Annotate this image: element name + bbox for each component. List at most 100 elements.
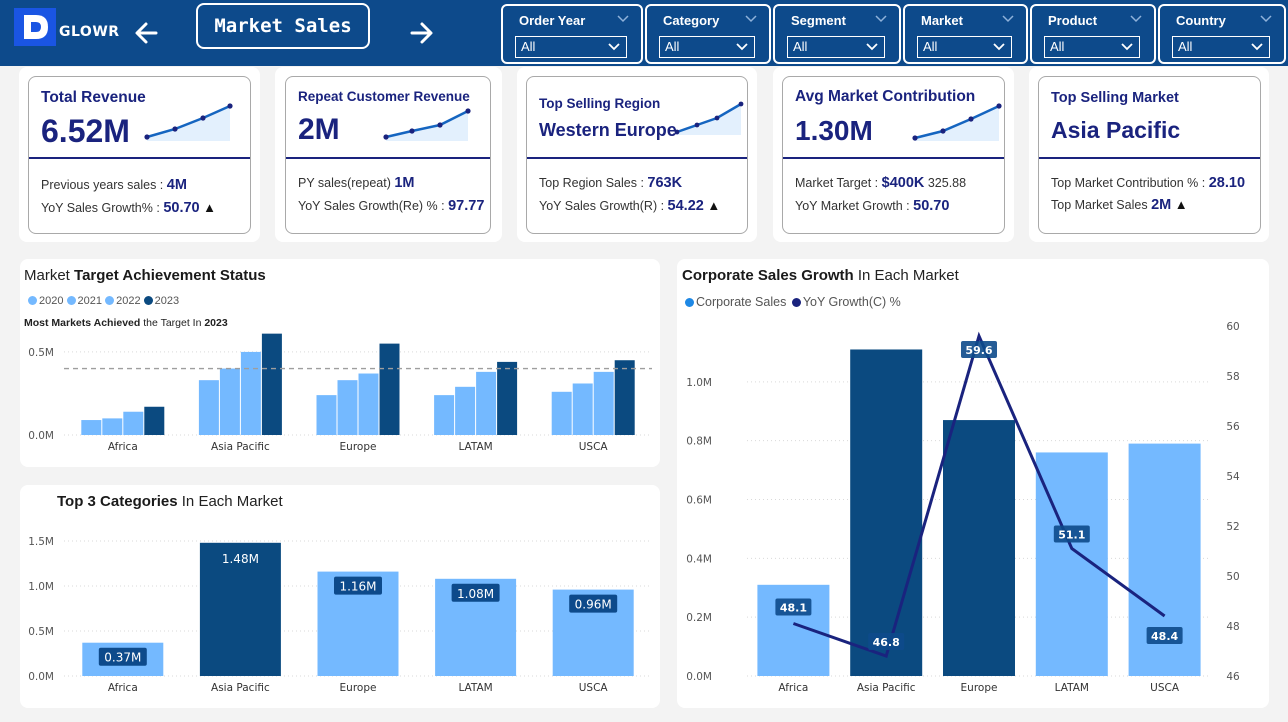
chevron-down-icon	[1260, 15, 1272, 23]
filter-market[interactable]: Market All	[903, 4, 1028, 64]
data-label: 46.8	[873, 636, 900, 649]
forward-arrow-icon[interactable]	[408, 20, 434, 50]
chevron-down-icon	[736, 43, 748, 51]
kpi-row-1: Market Target : $400K 325.88	[795, 175, 967, 191]
filter-select[interactable]: All	[515, 36, 627, 58]
bar	[81, 420, 102, 435]
kpi-value: 1.30M	[795, 115, 873, 146]
bar	[455, 386, 476, 435]
top3-categories-card: Top 3 Categories In Each Market 0.0M 0.5M…	[20, 485, 660, 708]
bar	[614, 360, 635, 435]
bar	[219, 368, 240, 435]
bar	[123, 411, 144, 435]
divider	[1039, 157, 1260, 159]
filter-label: Order Year	[519, 13, 586, 28]
y-tick-label: 1.0M	[686, 377, 712, 389]
y-tick-label: 0.5M	[28, 626, 54, 638]
kpi-repeat-customer-revenue: Repeat Customer Revenue 2M PY sales(repe…	[285, 76, 491, 234]
bar	[593, 371, 614, 435]
filter-select[interactable]: All	[917, 36, 1012, 58]
kpi-title: Total Revenue	[41, 89, 146, 106]
bar	[497, 361, 518, 435]
bar	[240, 351, 261, 435]
x-tick-label: LATAM	[458, 441, 492, 453]
x-tick-label: Asia Pacific	[211, 441, 270, 453]
sparkline-chart	[383, 108, 471, 141]
kpi-top-selling-region: Top Selling Region Western Europe Top Re…	[526, 76, 748, 234]
x-tick-label: Africa	[778, 682, 808, 694]
divider	[783, 157, 1004, 159]
chevron-down-icon	[745, 15, 757, 23]
x-tick-label: LATAM	[458, 682, 492, 694]
bar	[572, 383, 593, 435]
kpi-avg-market-contribution: Avg Market Contribution 1.30M Market Tar…	[782, 76, 1005, 234]
filter-label: Market	[921, 13, 963, 28]
top-bar: GLOWR Market Sales Order Year All Catego…	[0, 0, 1288, 66]
y-tick-label: 0.0M	[686, 671, 712, 683]
trend-up-icon: ▲	[203, 200, 216, 215]
bar	[102, 418, 123, 435]
corporate-combo-chart: 0.0M 0.2M 0.4M 0.6M 0.8M 1.0M 46 48 50 52 54 56 58 60…	[686, 321, 1240, 694]
filter-product[interactable]: Product All	[1030, 4, 1156, 64]
data-label: 0.96M	[575, 598, 612, 612]
kpi-top-selling-market: Top Selling Market Asia Pacific Top Mark…	[1038, 76, 1261, 234]
filter-segment[interactable]: Segment All	[773, 4, 901, 64]
filter-select[interactable]: All	[659, 36, 755, 58]
bar	[337, 380, 358, 435]
x-tick-label: USCA	[579, 682, 609, 694]
kpi-row-2: YoY Sales Growth(R) : 54.22 ▲	[539, 198, 721, 214]
y2-tick-label: 50	[1226, 571, 1239, 583]
back-arrow-icon[interactable]	[134, 20, 160, 50]
sparkline-chart	[912, 103, 1002, 141]
y2-tick-label: 56	[1226, 421, 1240, 433]
data-label: 48.1	[780, 602, 807, 615]
bar	[943, 420, 1015, 676]
filter-order-year[interactable]: Order Year All	[501, 4, 643, 64]
y-tick-label: 1.0M	[28, 581, 54, 593]
bar	[551, 391, 572, 435]
trend-up-icon: ▲	[1174, 197, 1188, 212]
trend-up-icon: ▲	[707, 198, 721, 213]
y-tick-label: 0.4M	[686, 553, 712, 565]
bar	[316, 395, 337, 435]
divider	[286, 157, 490, 159]
target-achievement-card: Market Target Achievement Status 2020 20…	[20, 259, 660, 467]
x-tick-label: Asia Pacific	[211, 682, 270, 694]
chevron-down-icon	[1121, 43, 1133, 51]
y-tick-label: 1.5M	[28, 536, 54, 548]
chevron-down-icon	[1002, 15, 1014, 23]
y2-tick-label: 48	[1226, 621, 1239, 633]
y2-tick-label: 60	[1226, 321, 1239, 333]
x-tick-label: USCA	[579, 441, 609, 453]
bar	[850, 349, 923, 676]
filter-label: Segment	[791, 13, 846, 28]
filter-select[interactable]: All	[787, 36, 885, 58]
filter-select[interactable]: All	[1172, 36, 1270, 58]
filter-country[interactable]: Country All	[1158, 4, 1286, 64]
bar	[757, 584, 830, 676]
kpi-row-2: YoY Market Growth : 50.70	[795, 198, 950, 214]
chevron-down-icon	[1251, 43, 1263, 51]
bar	[476, 371, 497, 435]
y-tick-label: 0.2M	[686, 612, 712, 624]
data-label: 59.6	[965, 344, 992, 357]
x-tick-label: Europe	[340, 441, 377, 453]
kpi-row-2: Top Market Sales 2M ▲	[1051, 197, 1188, 213]
bar	[434, 395, 455, 435]
x-tick-label: Europe	[961, 682, 998, 694]
divider	[527, 157, 747, 159]
data-label: 1.16M	[339, 580, 376, 594]
kpi-value: 6.52M	[41, 113, 130, 149]
filter-category[interactable]: Category All	[645, 4, 771, 64]
filter-select[interactable]: All	[1044, 36, 1140, 58]
target-bar-chart: 0.0M 0.5M Africa Asia Pacific Europe LATAM USC…	[28, 333, 652, 453]
y2-tick-label: 58	[1226, 371, 1239, 383]
x-tick-label: USCA	[1150, 682, 1180, 694]
kpi-row-1: PY sales(repeat) 1M	[298, 175, 415, 191]
data-label: 48.4	[1151, 630, 1178, 643]
data-label: 51.1	[1058, 529, 1085, 542]
chevron-down-icon	[608, 43, 620, 51]
kpi-title: Top Selling Region	[539, 96, 661, 111]
bar	[358, 373, 379, 435]
data-label: 1.08M	[457, 587, 494, 601]
